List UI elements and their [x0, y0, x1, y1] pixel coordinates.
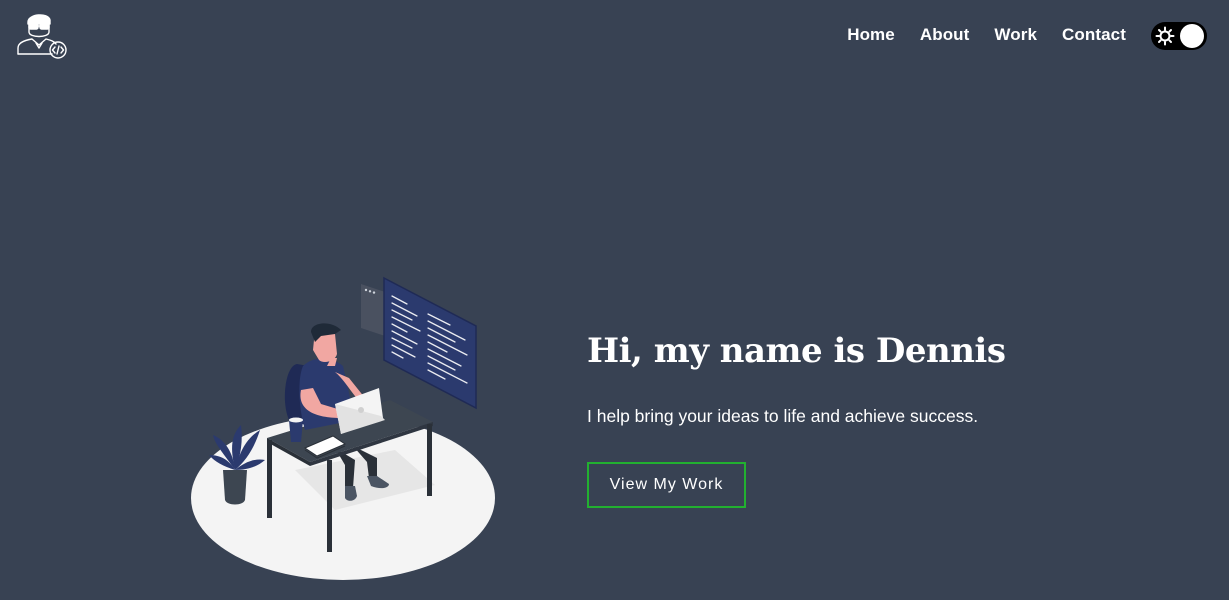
- hero-title: Hi, my name is Dennis: [587, 331, 1006, 371]
- developer-at-desk-illustration: [185, 270, 505, 590]
- developer-avatar-logo-icon[interactable]: [14, 10, 70, 62]
- page: Home About Work Contact Hi, my name is D…: [0, 0, 1229, 600]
- view-my-work-button[interactable]: View My Work: [587, 462, 746, 508]
- nav-link-contact[interactable]: Contact: [1062, 22, 1126, 48]
- nav-link-about[interactable]: About: [920, 22, 970, 48]
- sun-icon: [1155, 26, 1175, 46]
- theme-toggle[interactable]: [1151, 22, 1207, 50]
- nav-link-home[interactable]: Home: [847, 22, 895, 48]
- nav-link-work[interactable]: Work: [994, 22, 1037, 48]
- toggle-knob: [1180, 24, 1204, 48]
- hero-subtitle: I help bring your ideas to life and achi…: [587, 406, 979, 426]
- main-nav: Home About Work Contact: [847, 22, 1126, 48]
